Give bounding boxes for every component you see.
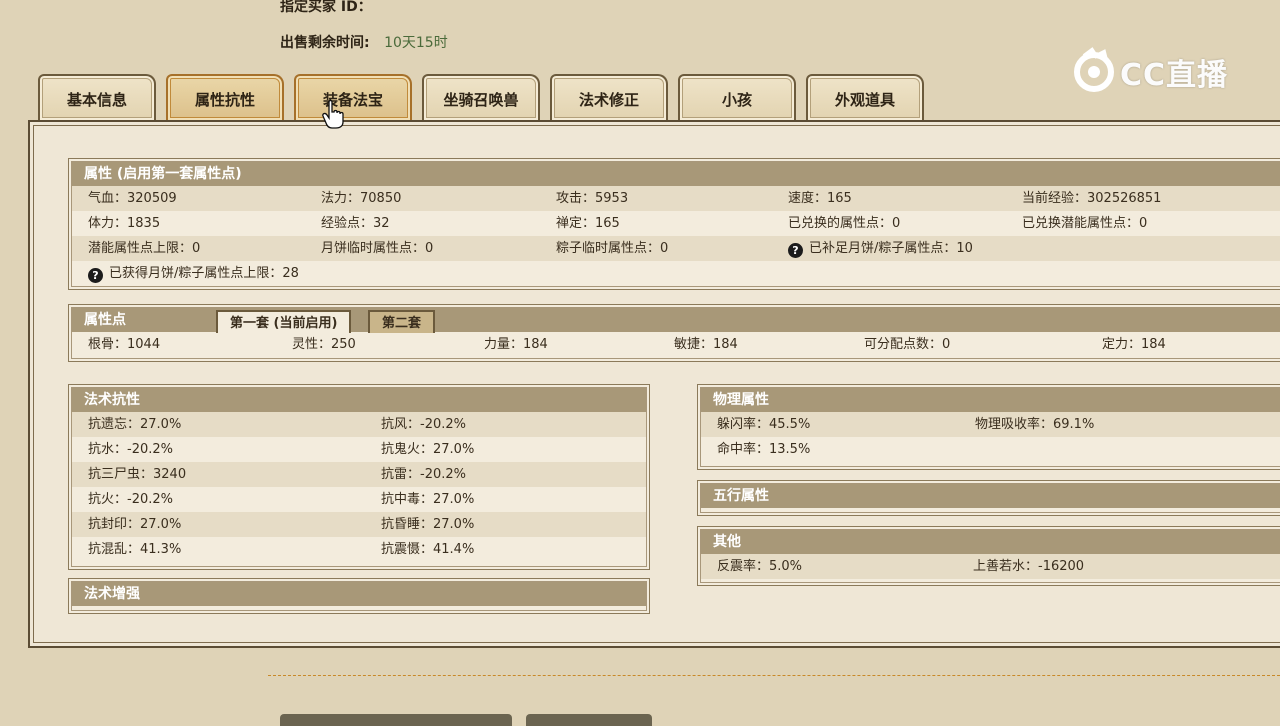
attr-exchanged-potential: 已兑换潜能属性点：0 (1022, 216, 1148, 231)
physical-value: 物理吸收率：69.1% (975, 417, 1095, 432)
resist-value: 抗中毒：27.0% (381, 492, 475, 507)
other-value: 反震率：5.0% (717, 559, 803, 574)
tab-spell-correction[interactable]: 法术修正 (550, 74, 668, 120)
cc-logo-icon (1074, 47, 1114, 92)
resist-row: 抗水：-20.2% 抗鬼火：27.0% (72, 437, 646, 462)
resist-value: 抗火：-20.2% (88, 492, 173, 507)
other-row: 反震率：5.0% 上善若水：-16200 (701, 554, 1280, 579)
attr-mp: 法力：70850 (321, 191, 402, 206)
tab-label: 外观道具 (834, 91, 895, 109)
main-panel: 属性 (启用第一套属性点) 气血：320509 法力：70850 攻击：5953… (28, 120, 1280, 648)
point-strength: 力量：184 (484, 337, 548, 352)
tab-child[interactable]: 小孩 (678, 74, 796, 120)
physical-value: 躲闪率：45.5% (717, 417, 811, 432)
resist-row: 抗三尸虫：3240 抗雷：-20.2% (72, 462, 646, 487)
point-assignable: 可分配点数：0 (864, 337, 951, 352)
attr-row: 气血：320509 法力：70850 攻击：5953 速度：165 当前经验：3… (72, 186, 1280, 211)
bottom-button[interactable] (526, 714, 652, 726)
attr-exchanged-points: 已兑换的属性点：0 (788, 216, 901, 231)
physical-box: 物理属性 躲闪率：45.5% 物理吸收率：69.1% 命中率：13.5% (697, 384, 1280, 470)
help-icon[interactable]: ? (88, 268, 103, 283)
other-value: 上善若水：-16200 (973, 559, 1085, 574)
resist-value: 抗风：-20.2% (381, 417, 466, 432)
attribute-points-box: 属性点 第一套 (当前启用) 第二套 根骨：1044 灵性：250 力量：184… (68, 304, 1280, 362)
other-box: 其他 反震率：5.0% 上善若水：-16200 (697, 526, 1280, 586)
buyer-id-label: 指定买家 ID： (280, 0, 372, 15)
resist-value: 抗鬼火：27.0% (381, 442, 475, 457)
resist-value: 抗遗忘：27.0% (88, 417, 182, 432)
attr-obtained-limit-text: 已获得月饼/粽子属性点上限：28 (109, 266, 299, 281)
tab-label: 小孩 (721, 91, 752, 109)
point-endurance: 定力：184 (1102, 337, 1166, 352)
attr-exp: 当前经验：302526851 (1022, 191, 1162, 206)
attr-attack: 攻击：5953 (556, 191, 629, 206)
resist-value: 抗雷：-20.2% (381, 467, 466, 482)
tab-basic-info[interactable]: 基本信息 (38, 74, 156, 120)
attr-row: 潜能属性点上限：0 月饼临时属性点：0 粽子临时属性点：0 ? 已补足月饼/粽子属… (72, 236, 1280, 261)
resist-row: 抗封印：27.0% 抗昏睡：27.0% (72, 512, 646, 537)
tab-label: 属性抗性 (194, 91, 255, 109)
point-spirit: 灵性：250 (292, 337, 356, 352)
attr-mooncake-temp: 月饼临时属性点：0 (321, 241, 434, 256)
attr-exp-points: 经验点：32 (321, 216, 390, 231)
attr-row: ? 已获得月饼/粽子属性点上限：28 (72, 261, 1280, 286)
resist-value: 抗三尸虫：3240 (88, 467, 187, 482)
resist-value: 抗昏睡：27.0% (381, 517, 475, 532)
help-icon[interactable]: ? (788, 243, 803, 258)
resist-row: 抗火：-20.2% 抗中毒：27.0% (72, 487, 646, 512)
buyer-id-row: 指定买家 ID： (280, 0, 372, 16)
points-row: 根骨：1044 灵性：250 力量：184 敏捷：184 可分配点数：0 定力：… (72, 332, 1280, 357)
point-constitution: 根骨：1044 (88, 337, 161, 352)
attributes-title: 属性 (启用第一套属性点) (72, 162, 1280, 186)
resist-value: 抗水：-20.2% (88, 442, 173, 457)
remaining-time-row: 出售剩余时间: 10天15时 (280, 32, 448, 52)
other-title: 其他 (701, 530, 1280, 554)
attr-hp: 气血：320509 (88, 191, 177, 206)
attr-stamina: 体力：1835 (88, 216, 161, 231)
resist-value: 抗混乱：41.3% (88, 542, 182, 557)
physical-row: 命中率：13.5% (701, 437, 1280, 462)
physical-value: 命中率：13.5% (717, 442, 811, 457)
attr-obtained-limit: ? 已获得月饼/粽子属性点上限：28 (88, 261, 299, 286)
attr-supplemented: ? 已补足月饼/粽子属性点：10 (788, 236, 973, 261)
cc-live-watermark: CC直播 (1070, 44, 1245, 94)
resist-row: 抗混乱：41.3% 抗震慑：41.4% (72, 537, 646, 562)
dashed-divider (268, 675, 1280, 676)
spell-resist-title: 法术抗性 (72, 388, 646, 412)
attr-supplemented-text: 已补足月饼/粽子属性点：10 (809, 241, 973, 256)
tab-mounts-summons[interactable]: 坐骑召唤兽 (422, 74, 540, 120)
spell-resist-box: 法术抗性 抗遗忘：27.0% 抗风：-20.2% 抗水：-20.2% 抗鬼火：2… (68, 384, 650, 570)
hand-cursor-icon (322, 100, 344, 129)
physical-row: 躲闪率：45.5% 物理吸收率：69.1% (701, 412, 1280, 437)
attribute-points-title: 属性点 (84, 312, 126, 328)
resist-row: 抗遗忘：27.0% 抗风：-20.2% (72, 412, 646, 437)
tab-equipment[interactable]: 装备法宝 (294, 74, 412, 120)
attr-row: 体力：1835 经验点：32 禅定：165 已兑换的属性点：0 已兑换潜能属性点… (72, 211, 1280, 236)
attr-potential-limit: 潜能属性点上限：0 (88, 241, 201, 256)
attr-speed: 速度：165 (788, 191, 852, 206)
resist-value: 抗震慑：41.4% (381, 542, 475, 557)
bottom-button[interactable] (280, 714, 512, 726)
tab-label: 基本信息 (66, 91, 127, 109)
attribute-points-header: 属性点 第一套 (当前启用) 第二套 (72, 308, 1280, 333)
five-elements-title: 五行属性 (701, 484, 1280, 508)
physical-title: 物理属性 (701, 388, 1280, 412)
resist-value: 抗封印：27.0% (88, 517, 182, 532)
watermark-text: CC直播 (1120, 58, 1229, 93)
spell-boost-title: 法术增强 (72, 582, 646, 606)
attr-zongzi-temp: 粽子临时属性点：0 (556, 241, 669, 256)
point-agility: 敏捷：184 (674, 337, 738, 352)
tab-attributes-resist[interactable]: 属性抗性 (166, 74, 284, 120)
spell-boost-box: 法术增强 (68, 578, 650, 614)
remaining-time-label: 出售剩余时间: (280, 35, 370, 51)
subtab-set-two[interactable]: 第二套 (368, 310, 436, 333)
tab-label: 坐骑召唤兽 (443, 91, 519, 109)
tab-appearance-items[interactable]: 外观道具 (806, 74, 924, 120)
tab-label: 法术修正 (578, 91, 639, 109)
attributes-box: 属性 (启用第一套属性点) 气血：320509 法力：70850 攻击：5953… (68, 158, 1280, 290)
remaining-time-value: 10天15时 (384, 35, 448, 51)
subtab-set-one[interactable]: 第一套 (当前启用) (216, 310, 352, 333)
five-elements-box: 五行属性 (697, 480, 1280, 516)
attr-zen: 禅定：165 (556, 216, 620, 231)
